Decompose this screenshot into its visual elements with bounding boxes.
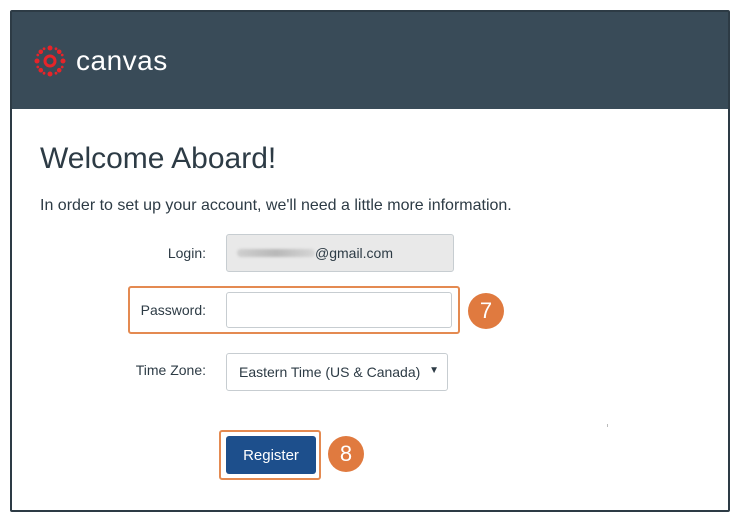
dropdown-arrow-icon: ▼ xyxy=(429,365,439,376)
login-field: @gmail.com xyxy=(226,234,454,272)
page-title: Welcome Aboard! xyxy=(40,142,277,175)
timezone-label: Time Zone: xyxy=(135,362,206,378)
intro-text: In order to set up your account, we'll n… xyxy=(40,197,512,214)
timezone-value: Eastern Time (US & Canada) (- xyxy=(239,364,425,380)
step-8-badge: 8 xyxy=(328,436,364,472)
timezone-select[interactable]: Eastern Time (US & Canada) (- ▼ xyxy=(226,353,448,391)
canvas-logo-icon xyxy=(34,45,66,77)
step-7-badge: 7 xyxy=(468,293,504,329)
password-input[interactable] xyxy=(226,292,452,328)
login-label: Login: xyxy=(167,245,206,261)
header-bar: canvas xyxy=(12,12,728,109)
login-domain: @gmail.com xyxy=(315,245,394,261)
page-frame: canvas Welcome Aboard! In order to set u… xyxy=(10,10,730,512)
register-button[interactable]: Register xyxy=(226,436,316,474)
password-label: Password: xyxy=(140,302,206,318)
stray-mark xyxy=(607,424,608,427)
redacted-username xyxy=(237,249,315,257)
logo-text: canvas xyxy=(76,45,168,76)
canvas-logo: canvas xyxy=(34,45,168,77)
